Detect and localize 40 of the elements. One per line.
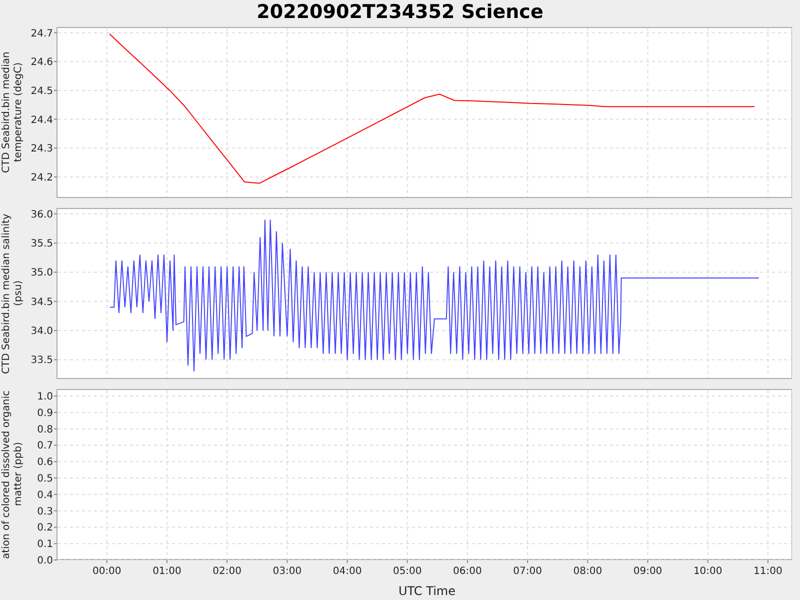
axis-tick-label: 0.8 [37, 424, 53, 436]
axis-tick-label: 04:00 [332, 566, 362, 577]
axis-tick-label: 0.2 [37, 522, 53, 534]
axis-tick-label: 0.4 [37, 490, 53, 501]
axis-tick-label: 08:00 [573, 566, 602, 577]
y-axis-label: CTD Seabird.bin median temperature (degC) [1, 50, 25, 176]
axis-tick-label: 0.5 [37, 474, 53, 485]
axis-tick-label: 35.5 [30, 238, 53, 250]
axis-tick-label: 24.2 [30, 172, 53, 184]
axis-tick-label: 24.5 [30, 86, 53, 97]
axis-tick-label: 0.0 [37, 556, 53, 566]
axis-tick-label: 01:00 [152, 566, 182, 577]
x-axis-label: UTC Time [398, 583, 456, 600]
axis-tick-label: 10:00 [693, 566, 722, 577]
axis-tick-label: 33.5 [30, 355, 53, 366]
y-axis-label: CTD Seabird.bin median salinity (psu) [1, 212, 25, 376]
axis-tick-label: 03:00 [272, 566, 302, 577]
axis-tick-label: 24.4 [30, 114, 53, 126]
axis-tick-label: 36.0 [30, 209, 53, 220]
axis-tick-label: 24.7 [30, 28, 53, 40]
y-axis-label: ation of colored dissolved organic matter (ppb) [1, 389, 25, 560]
axis-tick-label: 11:00 [754, 566, 782, 577]
axis-tick-label: 1.0 [37, 392, 53, 403]
axis-tick-label: 05:00 [392, 566, 422, 577]
axis-tick-label: 35.0 [30, 268, 53, 279]
axis-tick-label: 0.3 [37, 506, 53, 518]
chart-title: 20220902T234352 Science [256, 3, 544, 22]
axis-tick-label: 24.6 [30, 57, 53, 68]
axis-tick-label: 02:00 [212, 566, 242, 577]
axis-tick-label: 0.9 [37, 408, 53, 419]
axis-tick-label: 34.5 [30, 296, 53, 308]
axis-tick-label: 09:00 [633, 566, 662, 577]
axis-tick-label: 0.6 [37, 457, 53, 468]
axis-tick-label: 24.3 [30, 144, 53, 155]
axis-tick-label: 34.0 [30, 326, 53, 338]
axis-tick-label: 00:00 [92, 566, 122, 577]
axis-tick-label: 07:00 [513, 566, 542, 577]
axis-tick-label: 0.1 [37, 539, 53, 550]
axis-tick-label: 06:00 [453, 566, 482, 577]
axis-tick-label: 0.7 [37, 440, 53, 452]
